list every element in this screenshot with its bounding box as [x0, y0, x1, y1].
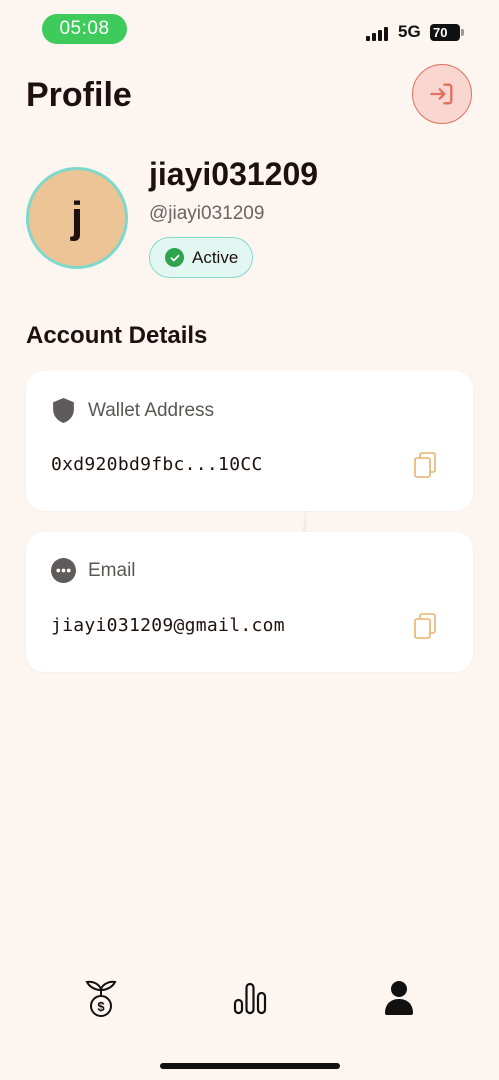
email-label-row: Email — [51, 558, 136, 583]
wallet-card: Wallet Address 0xd920bd9fbc...10CC — [26, 371, 473, 511]
status-badge: Active — [149, 237, 253, 278]
profile-icon — [385, 981, 413, 1015]
copy-icon[interactable] — [413, 451, 437, 479]
email-value: jiayi031209@gmail.com — [51, 615, 285, 636]
tab-stats[interactable] — [225, 970, 275, 1026]
email-label: Email — [88, 559, 136, 581]
tab-profile[interactable] — [374, 970, 424, 1026]
section-title: Account Details — [26, 322, 208, 349]
logout-button[interactable] — [412, 64, 472, 124]
status-label: Active — [192, 247, 239, 267]
battery-icon: 70 — [430, 24, 460, 41]
email-card: Email jiayi031209@gmail.com — [26, 532, 473, 672]
copy-icon[interactable] — [413, 612, 437, 640]
check-circle-icon — [165, 248, 184, 267]
shield-icon — [53, 398, 74, 423]
logout-icon — [430, 83, 453, 105]
battery-tip — [461, 29, 464, 36]
network-label: 5G — [398, 22, 421, 41]
wallet-label: Wallet Address — [88, 399, 215, 421]
money-plant-icon: $ — [85, 980, 117, 1017]
username: jiayi031209 — [149, 156, 319, 192]
wallet-label-row: Wallet Address — [51, 397, 214, 424]
status-time: 05:08 — [42, 14, 127, 44]
more-dots-icon — [51, 558, 76, 583]
bottom-tab-bar: $ — [0, 970, 499, 1030]
page-title: Profile — [26, 76, 132, 114]
user-handle: @jiayi031209 — [149, 203, 265, 224]
svg-text:$: $ — [97, 999, 105, 1014]
wallet-address: 0xd920bd9fbc...10CC — [51, 454, 263, 475]
status-bar: 05:08 5G 70 — [0, 0, 499, 60]
avatar: j — [26, 167, 128, 269]
signal-icon — [366, 25, 390, 41]
bar-chart-icon — [233, 982, 267, 1015]
tab-invest[interactable]: $ — [76, 970, 126, 1026]
home-indicator — [160, 1063, 340, 1069]
